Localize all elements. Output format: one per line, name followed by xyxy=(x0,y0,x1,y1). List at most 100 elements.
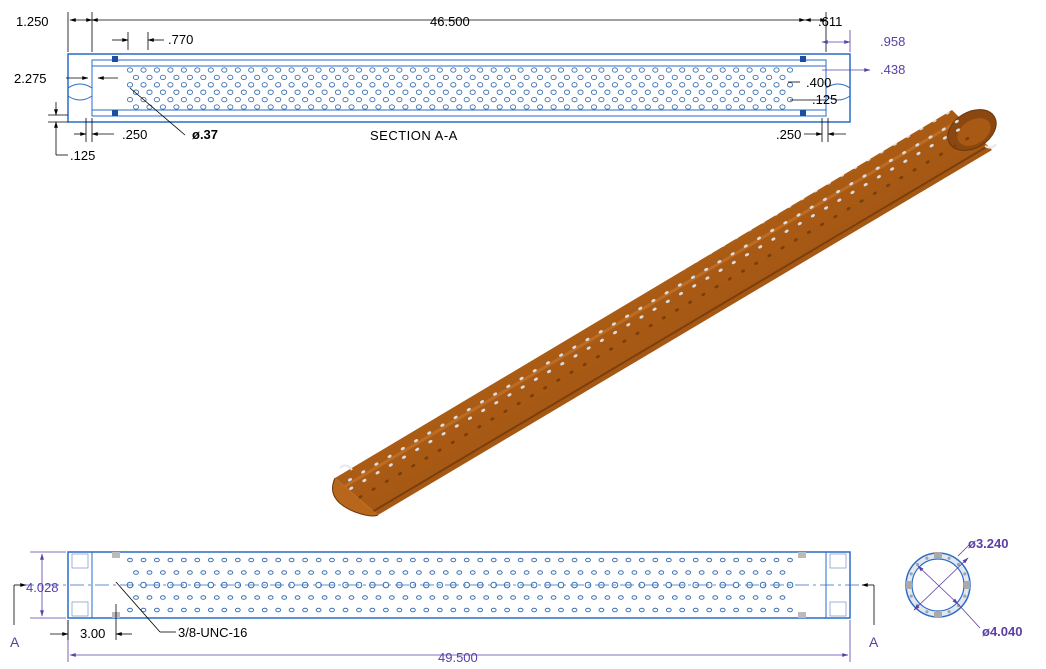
front-hole xyxy=(154,607,160,613)
section-hole xyxy=(194,96,201,103)
front-hole xyxy=(585,557,591,563)
section-hole xyxy=(590,74,598,81)
section-hole xyxy=(773,96,780,103)
front-hole xyxy=(160,570,166,575)
front-hole xyxy=(517,557,524,563)
tube-3d-hole xyxy=(958,103,963,108)
section-hole xyxy=(159,104,166,110)
section-hole xyxy=(315,67,322,73)
section-hole xyxy=(773,82,780,88)
section-hole xyxy=(746,82,753,88)
section-hole xyxy=(571,67,578,73)
section-hole xyxy=(361,89,369,95)
section-hole xyxy=(167,67,174,73)
section-hole xyxy=(477,82,484,88)
front-hole xyxy=(490,557,497,563)
section-hole xyxy=(712,89,719,95)
section-hole xyxy=(375,74,382,81)
section-hole xyxy=(240,74,247,81)
section-hole xyxy=(679,82,686,88)
front-hole xyxy=(725,595,732,600)
dim-slot-left: .250 xyxy=(122,127,147,142)
section-hole xyxy=(490,67,497,73)
front-hole xyxy=(160,595,166,600)
front-hole xyxy=(308,595,315,600)
section-hole xyxy=(752,104,759,110)
end-slot-right xyxy=(964,581,970,589)
section-hole xyxy=(496,74,503,81)
front-hole xyxy=(302,607,309,613)
section-hole xyxy=(254,104,261,110)
tube-shadow-edge xyxy=(371,145,989,513)
section-hole xyxy=(638,67,645,73)
section-hole xyxy=(517,96,524,103)
front-hole xyxy=(531,557,537,563)
section-hole xyxy=(429,89,436,95)
front-hole xyxy=(356,607,362,613)
front-hole xyxy=(342,557,349,563)
section-hole xyxy=(679,96,686,103)
section-hole xyxy=(766,89,773,95)
section-hole xyxy=(604,89,611,95)
front-hole xyxy=(146,595,153,600)
front-hole xyxy=(234,557,241,563)
section-hole xyxy=(760,67,767,73)
section-hole xyxy=(288,82,295,88)
section-hole xyxy=(267,104,274,110)
section-hole xyxy=(275,67,282,73)
section-hole xyxy=(504,82,511,88)
section-hole xyxy=(665,82,672,88)
tube-end-far-slot xyxy=(984,143,997,149)
front-hole xyxy=(227,595,234,600)
front-hole xyxy=(133,595,139,600)
section-hole xyxy=(308,104,315,110)
front-hole xyxy=(564,570,570,575)
front-hole xyxy=(679,607,686,613)
front-hole xyxy=(267,570,274,575)
tube-3d-hole xyxy=(351,461,357,465)
front-hole xyxy=(416,595,422,600)
front-hole xyxy=(564,595,570,600)
front-hole xyxy=(625,607,632,613)
front-hole xyxy=(436,607,443,613)
section-hole xyxy=(180,96,187,103)
section-hole xyxy=(261,96,268,103)
section-hole xyxy=(132,104,140,110)
dim-height-section: 2.275 xyxy=(14,71,47,86)
section-hole xyxy=(665,67,672,73)
section-hole xyxy=(631,74,638,81)
section-hole xyxy=(510,89,517,95)
section-hole xyxy=(234,96,241,103)
front-hole xyxy=(469,595,476,600)
front-hole xyxy=(537,595,543,600)
end-slot-left xyxy=(906,581,912,589)
front-hole xyxy=(410,607,416,613)
front-hole xyxy=(523,595,530,600)
front-hole xyxy=(557,581,565,589)
section-hole xyxy=(631,104,638,110)
section-marker-left: A xyxy=(10,634,20,650)
section-hole xyxy=(159,74,166,81)
front-hole xyxy=(140,557,147,563)
section-hole xyxy=(698,89,705,95)
section-hole xyxy=(577,74,584,81)
section-hole xyxy=(409,96,416,103)
dim-overall-length-section: 46.500 xyxy=(430,14,470,29)
section-hole xyxy=(267,74,274,81)
front-hole xyxy=(321,595,328,600)
section-hole xyxy=(544,67,551,73)
section-hole xyxy=(584,67,592,73)
section-hole xyxy=(712,74,719,81)
front-view xyxy=(20,551,870,619)
section-hole xyxy=(550,104,557,110)
section-hole xyxy=(671,104,678,110)
front-hole xyxy=(261,607,268,613)
section-hole xyxy=(234,67,241,73)
section-hole xyxy=(240,89,247,95)
front-hole xyxy=(510,595,516,600)
front-hole xyxy=(658,595,665,600)
section-hole xyxy=(733,82,740,88)
section-hole xyxy=(261,67,268,73)
front-hole xyxy=(631,570,638,575)
front-hole xyxy=(213,570,220,575)
